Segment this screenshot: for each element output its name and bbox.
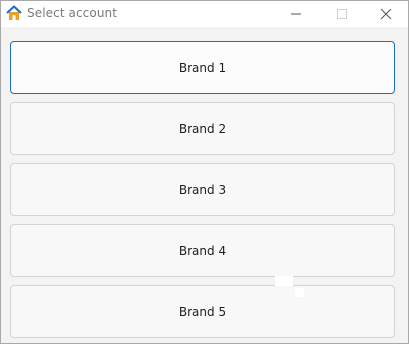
select-account-window: Select account Brand 1 Brand 2 Brand 3 B… bbox=[0, 0, 409, 344]
maximize-button[interactable] bbox=[319, 1, 365, 27]
render-artifact bbox=[275, 276, 293, 286]
brand-2-button[interactable]: Brand 2 bbox=[10, 102, 395, 155]
render-artifact bbox=[295, 288, 304, 297]
minimize-button[interactable] bbox=[273, 1, 319, 27]
brand-4-button[interactable]: Brand 4 bbox=[10, 224, 395, 277]
brand-1-button[interactable]: Brand 1 bbox=[10, 41, 395, 94]
close-button[interactable] bbox=[363, 1, 409, 27]
maximize-icon bbox=[337, 9, 347, 19]
brand-1-label: Brand 1 bbox=[178, 60, 227, 75]
brand-5-label: Brand 5 bbox=[178, 304, 227, 319]
brand-3-label: Brand 3 bbox=[178, 182, 227, 197]
title-bar[interactable]: Select account bbox=[1, 1, 408, 27]
account-list: Brand 1 Brand 2 Brand 3 Brand 4 Brand 5 bbox=[1, 27, 408, 343]
brand-5-button[interactable]: Brand 5 bbox=[10, 285, 395, 338]
close-icon bbox=[380, 8, 392, 20]
brand-2-label: Brand 2 bbox=[178, 121, 227, 136]
home-icon bbox=[6, 5, 22, 21]
brand-3-button[interactable]: Brand 3 bbox=[10, 163, 395, 216]
window-title: Select account bbox=[27, 6, 118, 20]
minimize-icon bbox=[291, 13, 301, 15]
brand-4-label: Brand 4 bbox=[178, 243, 227, 258]
